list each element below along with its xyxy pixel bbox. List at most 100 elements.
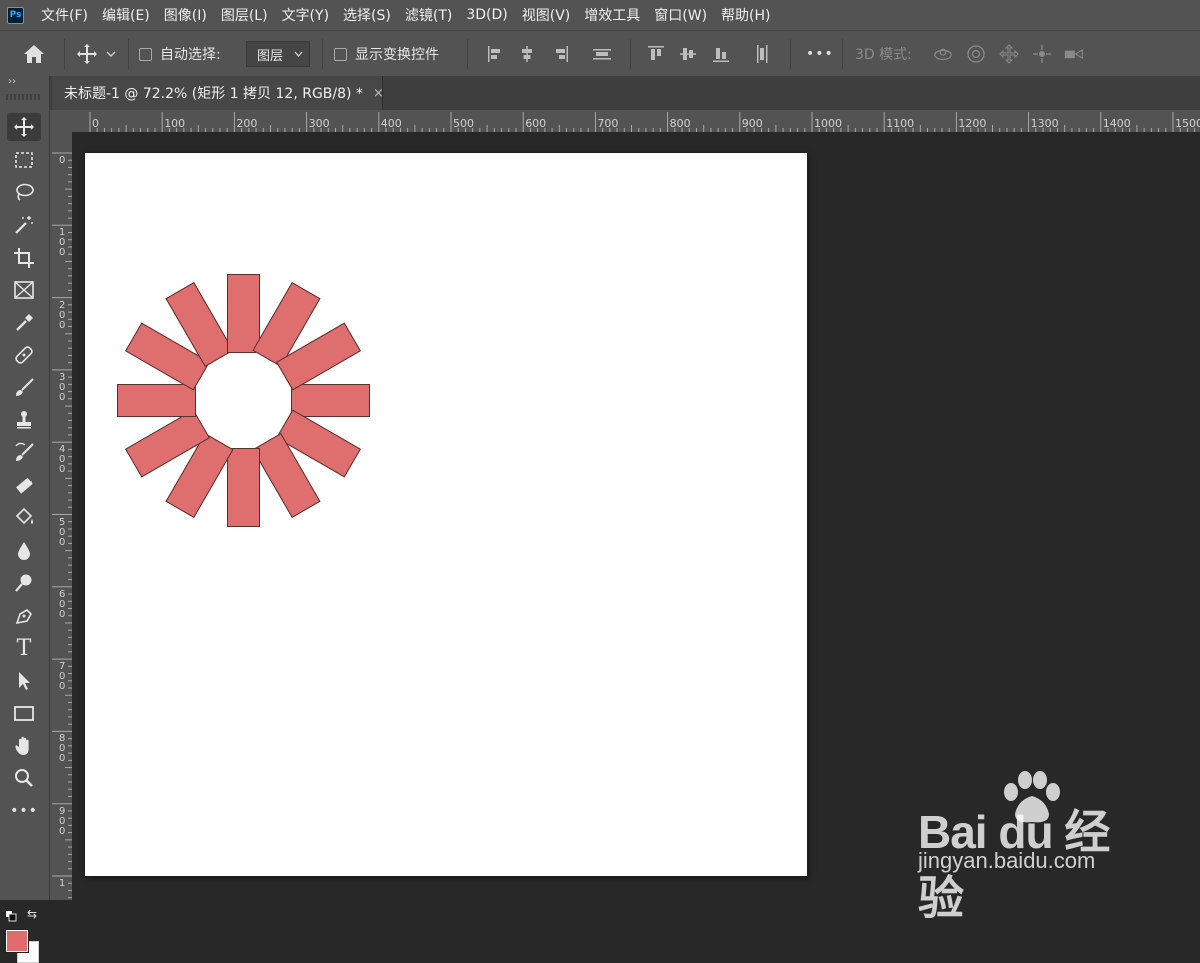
tools-panel: ›› T ••• ⇆ xyxy=(0,76,50,963)
menu-window[interactable]: 窗口(W) xyxy=(654,5,707,25)
watermark-url: jingyan.baidu.com xyxy=(918,848,1096,873)
menu-bar: Ps 文件(F) 编辑(E) 图像(I) 图层(L) 文字(Y) 选择(S) 滤… xyxy=(0,0,1200,30)
default-colors-icon[interactable] xyxy=(5,910,17,922)
show-transform-checkbox[interactable] xyxy=(334,47,347,61)
history-brush-tool-icon[interactable] xyxy=(7,439,41,467)
align-left-edges-icon[interactable] xyxy=(486,44,506,64)
ruler-h-label: 600 xyxy=(525,117,547,130)
auto-select-checkbox[interactable] xyxy=(139,47,152,61)
align-bottom-edges-icon[interactable] xyxy=(711,44,731,64)
eyedropper-tool-icon[interactable] xyxy=(7,309,41,337)
distribute-horizontal-icon[interactable] xyxy=(752,44,772,64)
lasso-tool-icon[interactable] xyxy=(7,178,41,206)
menu-layer[interactable]: 图层(L) xyxy=(221,5,268,25)
more-options-button[interactable]: ••• xyxy=(806,31,834,77)
ruler-origin[interactable] xyxy=(50,110,72,132)
align-right-edges-icon[interactable] xyxy=(550,44,570,64)
orbit-3d-camera-icon[interactable] xyxy=(933,45,953,63)
3d-mode-label: 3D 模式: xyxy=(855,47,912,63)
ruler-h-label: 100 xyxy=(164,117,186,130)
menu-3d[interactable]: 3D(D) xyxy=(466,7,507,23)
path-selection-tool-icon[interactable] xyxy=(7,667,41,695)
paint-bucket-tool-icon[interactable] xyxy=(7,504,41,532)
pan-3d-camera-icon[interactable] xyxy=(999,44,1019,64)
frame-tool-icon[interactable] xyxy=(7,276,41,304)
marquee-tool-icon[interactable] xyxy=(7,146,41,174)
menu-help[interactable]: 帮助(H) xyxy=(721,5,770,25)
move-tool-preset[interactable] xyxy=(76,31,116,77)
ruler-v-label: 5 0 0 xyxy=(59,516,66,548)
ruler-v-label: 1 0 0 xyxy=(59,227,66,259)
menu-plugins[interactable]: 增效工具 xyxy=(584,5,640,25)
baidu-jingyan-watermark: Bai du 经验 jingyan.baidu.com xyxy=(918,770,1148,924)
show-transform-label: 显示变换控件 xyxy=(355,47,439,63)
swap-colors-icon[interactable]: ⇆ xyxy=(27,907,37,921)
document-tab-title: 未标题-1 @ 72.2% (矩形 1 拷贝 12, RGB/8) * xyxy=(64,86,363,102)
menu-image[interactable]: 图像(I) xyxy=(164,5,207,25)
ruler-v-label: 2 0 0 xyxy=(59,299,66,331)
align-top-edges-icon[interactable] xyxy=(646,44,666,64)
ruler-v-label: 9 0 0 xyxy=(59,805,66,837)
rectangle-shape[interactable] xyxy=(226,273,260,353)
auto-select-target-select[interactable]: 图层 xyxy=(246,41,310,67)
ruler-v-label: 6 0 0 xyxy=(59,588,66,620)
menu-edit[interactable]: 编辑(E) xyxy=(102,5,150,25)
distribute-vertical-icon[interactable] xyxy=(592,44,612,64)
ruler-h-label: 800 xyxy=(669,117,691,130)
blur-tool-icon[interactable] xyxy=(7,537,41,565)
collapse-panel-icon[interactable]: ›› xyxy=(8,76,16,87)
rectangle-tool-icon[interactable] xyxy=(7,699,41,727)
menu-select[interactable]: 选择(S) xyxy=(343,5,391,25)
more-tools-icon[interactable]: ••• xyxy=(7,797,41,825)
ruler-h-label: 500 xyxy=(453,117,474,130)
document-canvas[interactable] xyxy=(85,153,807,876)
ruler-v-label: 0 xyxy=(59,155,66,166)
menu-file[interactable]: 文件(F) xyxy=(41,5,88,25)
document-tab[interactable]: 未标题-1 @ 72.2% (矩形 1 拷贝 12, RGB/8) * × xyxy=(52,76,384,110)
menu-view[interactable]: 视图(V) xyxy=(522,5,571,25)
ruler-v-label: 4 0 0 xyxy=(59,444,66,476)
ruler-v-label: 1 xyxy=(59,878,66,889)
crop-tool-icon[interactable] xyxy=(7,244,41,272)
menu-filter[interactable]: 滤镜(T) xyxy=(405,5,452,25)
foreground-color-swatch[interactable] xyxy=(5,929,29,953)
clone-stamp-tool-icon[interactable] xyxy=(7,406,41,434)
ruler-h-label: 900 xyxy=(741,117,763,130)
ruler-v-label: 7 0 0 xyxy=(59,661,66,693)
ruler-h-label: 1500 xyxy=(1175,117,1200,130)
photoshop-logo-icon: Ps xyxy=(7,6,24,24)
chevron-down-icon xyxy=(294,51,303,57)
horizontal-ruler[interactable]: 0 100 200 300 400 500 600 700 800 900 1000 1100 1200… xyxy=(72,110,1200,132)
move-icon xyxy=(77,44,97,64)
ruler-h-label: 1300 xyxy=(1030,117,1059,130)
roll-3d-camera-icon[interactable] xyxy=(966,45,986,63)
pen-tool-icon[interactable] xyxy=(7,602,41,630)
panel-grip[interactable] xyxy=(6,94,42,100)
align-vertical-centers-icon[interactable] xyxy=(678,44,698,64)
chevron-down-icon xyxy=(106,51,116,57)
hand-tool-icon[interactable] xyxy=(7,732,41,760)
slide-3d-camera-icon[interactable] xyxy=(1032,45,1052,63)
vertical-ruler[interactable]: 0 1 0 0 2 0 0 3 0 0 4 0 0 5 0 0 6 0 0 7 0 0 8 0 … xyxy=(50,132,72,900)
type-tool-icon[interactable]: T xyxy=(7,634,41,662)
ruler-h-label: 200 xyxy=(236,117,258,130)
move-tool-icon[interactable] xyxy=(7,113,41,141)
zoom-3d-camera-icon[interactable] xyxy=(1064,45,1084,63)
home-button[interactable] xyxy=(22,31,46,77)
zoom-tool-icon[interactable] xyxy=(7,764,41,792)
healing-brush-tool-icon[interactable] xyxy=(7,341,41,369)
ruler-v-label: 8 0 0 xyxy=(59,733,66,765)
eraser-tool-icon[interactable] xyxy=(7,472,41,500)
home-icon xyxy=(24,45,44,63)
dodge-tool-icon[interactable] xyxy=(7,569,41,597)
close-icon[interactable]: × xyxy=(373,86,384,101)
layer-select-value: 图层 xyxy=(257,48,284,64)
rectangle-shape[interactable] xyxy=(290,383,370,417)
menu-type[interactable]: 文字(Y) xyxy=(282,5,329,25)
magic-wand-tool-icon[interactable] xyxy=(7,211,41,239)
rectangle-shape[interactable] xyxy=(226,447,260,527)
brush-tool-icon[interactable] xyxy=(7,374,41,402)
rectangle-shape[interactable] xyxy=(116,383,196,417)
align-horizontal-centers-icon[interactable] xyxy=(517,44,537,64)
ruler-h-label: 400 xyxy=(380,117,402,130)
